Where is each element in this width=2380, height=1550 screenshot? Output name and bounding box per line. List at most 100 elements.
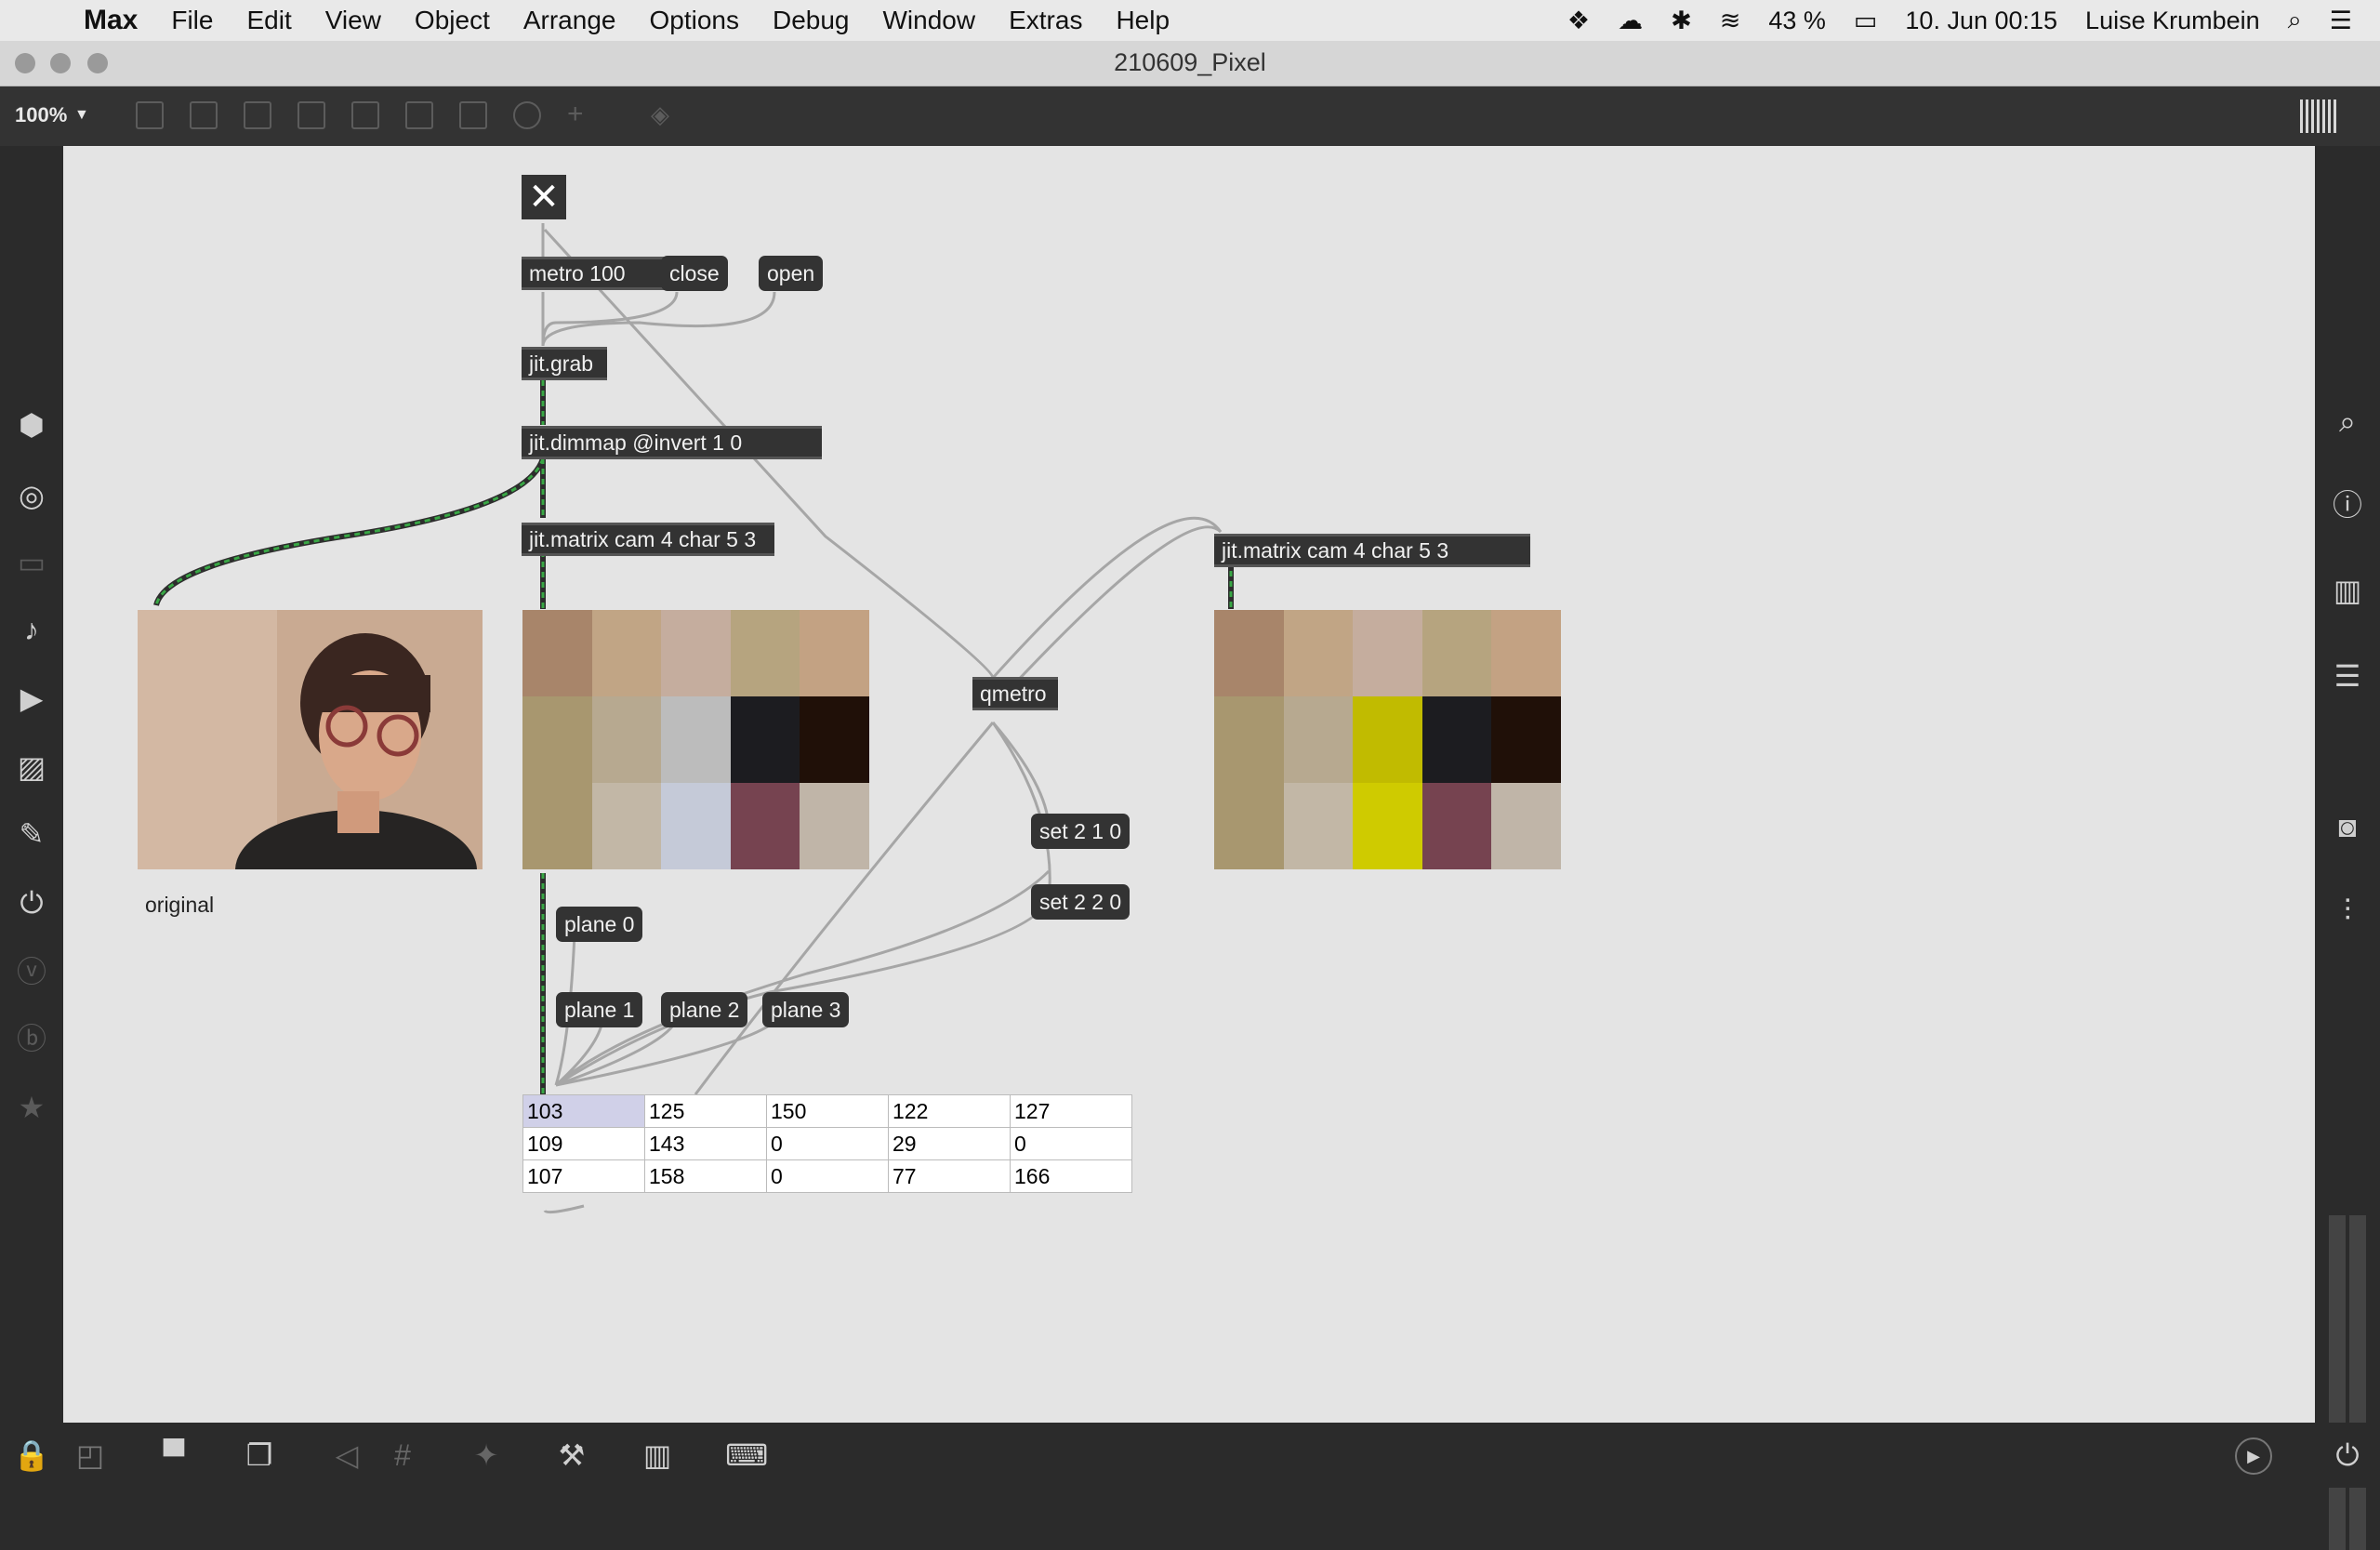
cellblock-cell[interactable]: 122 (888, 1094, 1011, 1128)
clock[interactable]: 10. Jun 00:15 (1905, 7, 2057, 35)
cellblock-cell[interactable]: 150 (766, 1094, 889, 1128)
slider-object-icon[interactable] (459, 101, 487, 129)
message-open[interactable]: open (759, 256, 824, 291)
object-jit-grab[interactable]: jit.grab (522, 347, 607, 380)
jit-pwindow-original[interactable] (138, 610, 483, 869)
add-object-icon[interactable]: + (567, 100, 595, 129)
packages-icon[interactable]: ⬢ (13, 406, 50, 444)
menu-window[interactable]: Window (883, 6, 976, 35)
cellblock-cell[interactable]: 125 (644, 1094, 767, 1128)
paint-bucket-icon[interactable]: ◈ (651, 101, 679, 129)
cellblock-cell[interactable]: 77 (888, 1159, 1011, 1193)
creative-cloud-icon[interactable]: ☁ (1618, 7, 1643, 35)
audio-icon[interactable]: ♪ (13, 611, 50, 648)
grid-toggle-icon[interactable] (2300, 99, 2339, 133)
reference-book-icon[interactable]: ▥ (2329, 572, 2366, 609)
max-console-icon[interactable]: ☰ (2329, 657, 2366, 695)
wrench-icon[interactable]: ⚒ (554, 1437, 589, 1473)
zoom-select[interactable]: 100% (15, 103, 67, 127)
toggle-on[interactable]: ✕ (522, 175, 566, 219)
menu-file[interactable]: File (171, 6, 213, 35)
mixer-sliders-icon[interactable]: ⫶ (2329, 892, 2366, 929)
user-name[interactable]: Luise Krumbein (2085, 7, 2260, 35)
cellblock-cell[interactable]: 29 (888, 1127, 1011, 1160)
cellblock-cell[interactable]: 127 (1010, 1094, 1132, 1128)
menu-arrange[interactable]: Arrange (523, 6, 616, 35)
dial-object-icon[interactable] (513, 101, 541, 129)
patcher-canvas[interactable]: ✕ metro 100 close open jit.grab jit.dimm… (63, 146, 2315, 1423)
new-view-icon[interactable]: ❐ (242, 1437, 277, 1473)
cellblock-cell[interactable]: 0 (766, 1159, 889, 1193)
menu-debug[interactable]: Debug (773, 6, 850, 35)
bpatcher-icon[interactable]: ⓑ (13, 1020, 50, 1057)
audio-power-icon[interactable]: ⏻ (2330, 1437, 2365, 1473)
spotlight-search-icon[interactable]: ⌕ (2288, 6, 2302, 35)
mute-audio-icon[interactable]: ◁ (329, 1437, 364, 1473)
snap-icon[interactable]: ✦ (469, 1437, 504, 1473)
cellblock-cell[interactable]: 0 (766, 1127, 889, 1160)
new-comment-icon[interactable] (244, 101, 271, 129)
menu-object[interactable]: Object (415, 6, 490, 35)
playbar-object-icon[interactable] (405, 101, 433, 129)
new-message-icon[interactable] (190, 101, 218, 129)
cellblock-cell[interactable]: 143 (644, 1127, 767, 1160)
image-icon[interactable]: ▨ (13, 749, 50, 786)
menu-options[interactable]: Options (649, 6, 739, 35)
notification-center-icon[interactable]: ☰ (2330, 7, 2352, 35)
video-icon[interactable]: ▶ (13, 680, 50, 717)
media-icon[interactable]: ▭ (13, 544, 50, 581)
lock-icon[interactable]: 🔒 (13, 1437, 50, 1473)
cellblock-cell[interactable]: 166 (1010, 1159, 1132, 1193)
computer-keyboard-icon[interactable]: ⌨ (725, 1437, 768, 1473)
toggle-object-icon[interactable] (298, 101, 325, 129)
message-set-2-1-0[interactable]: set 2 1 0 (1031, 814, 1130, 849)
search-icon[interactable]: ⌕ (2329, 403, 2366, 440)
cellblock-cell[interactable]: 158 (644, 1159, 767, 1193)
menu-max[interactable]: Max (84, 5, 138, 36)
volume-meter[interactable] (2329, 1215, 2366, 1550)
wifi-icon[interactable]: ≋ (1720, 7, 1741, 35)
cord-qmetro-matrix2b (1010, 525, 1223, 689)
object-jit-matrix-cam-2[interactable]: jit.matrix cam 4 char 5 3 (1214, 534, 1530, 567)
cellblock-cell[interactable]: 0 (1010, 1127, 1132, 1160)
menu-view[interactable]: View (325, 6, 381, 35)
menu-help[interactable]: Help (1116, 6, 1170, 35)
comment-bubble-icon[interactable]: ▀ (156, 1437, 192, 1473)
presentation-icon[interactable]: ◰ (73, 1437, 108, 1473)
dropbox-icon[interactable]: ❖ (1567, 7, 1590, 35)
button-object-icon[interactable] (351, 101, 379, 129)
vst-icon[interactable]: ⓥ (13, 953, 50, 990)
zoom-chevron-down-icon[interactable]: ▼ (74, 107, 89, 124)
pixel-cell (800, 610, 869, 696)
inspector-info-icon[interactable]: ⓘ (2329, 486, 2366, 523)
battery-percent[interactable]: 43 % (1768, 7, 1826, 35)
message-close[interactable]: close (661, 256, 728, 291)
object-jit-matrix-cam[interactable]: jit.matrix cam 4 char 5 3 (522, 523, 774, 556)
message-set-2-2-0[interactable]: set 2 2 0 (1031, 884, 1130, 920)
cellblock-cell[interactable]: 107 (522, 1159, 645, 1193)
grid-icon[interactable]: # (385, 1437, 420, 1473)
snapshot-camera-icon[interactable]: ◙ (2329, 808, 2366, 845)
menu-edit[interactable]: Edit (246, 6, 291, 35)
battery-icon[interactable]: ▭ (1854, 7, 1878, 35)
transport-play-icon[interactable]: ▶ (2235, 1437, 2272, 1475)
object-jit-dimmap[interactable]: jit.dimmap @invert 1 0 (522, 426, 822, 459)
cellblock-cell[interactable]: 103 (522, 1094, 645, 1128)
cellblock-cell[interactable]: 109 (522, 1127, 645, 1160)
keyboard-piano-icon[interactable]: ▥ (640, 1437, 675, 1473)
plugin-icon[interactable]: ⏻ (13, 884, 50, 921)
jit-pwindow-pixel-2[interactable] (1214, 610, 1561, 869)
jit-cellblock[interactable]: 103 125 150 122 127 109 143 0 29 0 107 158 0 77 166 (522, 1094, 1132, 1193)
bluetooth-icon[interactable]: ✱ (1671, 7, 1692, 35)
message-plane-3[interactable]: plane 3 (762, 992, 850, 1027)
favorites-star-icon[interactable]: ★ (13, 1089, 50, 1126)
message-plane-0[interactable]: plane 0 (556, 907, 643, 942)
reference-icon[interactable]: ◎ (13, 477, 50, 514)
paperclip-icon[interactable]: ✎ (13, 815, 50, 853)
menu-extras[interactable]: Extras (1009, 6, 1082, 35)
message-plane-2[interactable]: plane 2 (661, 992, 748, 1027)
object-qmetro[interactable]: qmetro (972, 677, 1058, 710)
new-object-icon[interactable] (136, 101, 164, 129)
jit-pwindow-pixel[interactable] (522, 610, 869, 869)
message-plane-1[interactable]: plane 1 (556, 992, 643, 1027)
